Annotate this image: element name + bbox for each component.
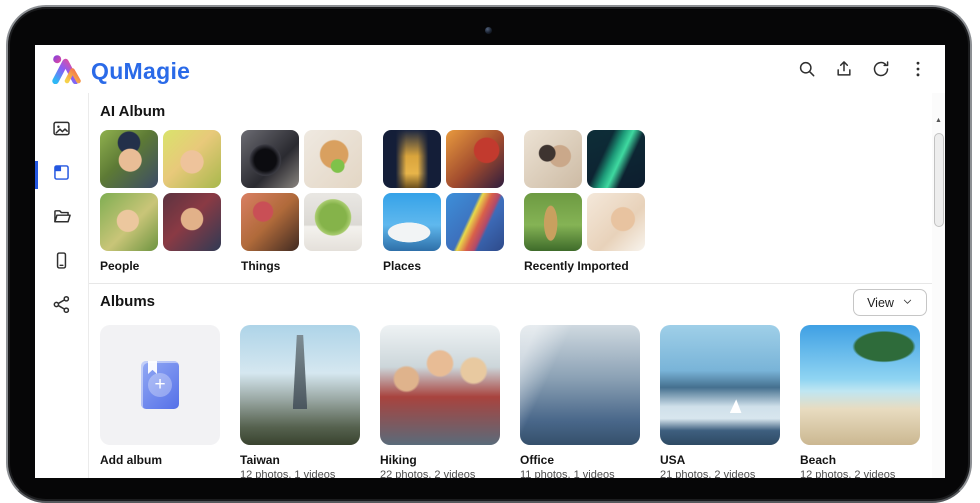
album-count: 22 photos, 2 videos xyxy=(380,469,500,478)
add-album-card[interactable]: + Add album xyxy=(100,325,220,467)
scrollbar-up-arrow-icon[interactable]: ▲ xyxy=(934,117,943,125)
photo-thumbnail xyxy=(163,130,221,188)
album-name: Office xyxy=(520,453,640,467)
album-card-usa[interactable]: USA 21 photos, 2 videos xyxy=(660,325,780,478)
album-count: 11 photos, 1 videos xyxy=(520,469,640,478)
ai-album-group-label: Things xyxy=(241,259,362,273)
chevron-down-icon xyxy=(902,296,913,310)
album-name: Add album xyxy=(100,453,220,467)
app-screen: QuMagie xyxy=(35,45,945,478)
sidebar-item-sharing[interactable] xyxy=(35,289,88,325)
plus-icon: + xyxy=(148,373,172,397)
album-count: 12 photos, 2 videos xyxy=(800,469,920,478)
photo-thumbnail xyxy=(241,193,299,251)
album-cover xyxy=(800,325,920,445)
photo-thumbnail xyxy=(446,130,504,188)
album-cover xyxy=(240,325,360,445)
ai-album-group-things[interactable]: Things xyxy=(241,130,362,273)
photo-thumbnail xyxy=(100,130,158,188)
scrollbar-thumb[interactable] xyxy=(934,133,944,227)
refresh-icon[interactable] xyxy=(870,58,892,80)
album-name: Hiking xyxy=(380,453,500,467)
photo-thumbnail xyxy=(587,130,645,188)
album-count: 21 photos, 2 videos xyxy=(660,469,780,478)
upload-icon[interactable] xyxy=(833,58,855,80)
photo-thumbnail xyxy=(304,130,362,188)
albums-section-title: Albums xyxy=(100,293,155,310)
photo-thumbnail xyxy=(100,193,158,251)
view-dropdown-button[interactable]: View xyxy=(853,289,927,316)
sidebar-item-albums[interactable] xyxy=(35,157,88,193)
app-logo[interactable]: QuMagie xyxy=(51,54,190,89)
album-name: USA xyxy=(660,453,780,467)
album-card-hiking[interactable]: Hiking 22 photos, 2 videos xyxy=(380,325,500,478)
front-camera-dot xyxy=(485,27,492,34)
qumagie-screenshot: QuMagie xyxy=(0,0,980,503)
photo-thumbnail xyxy=(524,193,582,251)
album-card-beach[interactable]: Beach 12 photos, 2 videos xyxy=(800,325,920,478)
photo-thumbnail xyxy=(304,193,362,251)
ai-album-group-people[interactable]: People xyxy=(100,130,221,273)
album-card-taiwan[interactable]: Taiwan 12 photos, 1 videos xyxy=(240,325,360,478)
sidebar-item-photos[interactable] xyxy=(35,113,88,149)
album-cover xyxy=(520,325,640,445)
ai-album-group-places[interactable]: Places xyxy=(383,130,504,273)
album-icon xyxy=(51,162,72,188)
photo-thumbnail xyxy=(587,193,645,251)
ai-album-group-recently-imported[interactable]: Recently Imported xyxy=(524,130,645,273)
more-options-icon[interactable] xyxy=(907,58,929,80)
album-cover xyxy=(380,325,500,445)
photo-thumbnail xyxy=(241,130,299,188)
scrollbar-track[interactable]: ▲ xyxy=(932,93,945,478)
ai-album-group-label: People xyxy=(100,259,221,273)
ai-album-group-label: Recently Imported xyxy=(524,259,645,273)
album-name: Beach xyxy=(800,453,920,467)
photo-thumbnail xyxy=(446,193,504,251)
sidebar-item-folders[interactable] xyxy=(35,201,88,237)
album-card-office[interactable]: Office 11 photos, 1 videos xyxy=(520,325,640,478)
photo-thumbnail xyxy=(383,193,441,251)
ai-album-section-title: AI Album xyxy=(100,103,165,120)
album-cover xyxy=(660,325,780,445)
app-header: QuMagie xyxy=(35,45,945,94)
sidebar-item-mobile-device[interactable] xyxy=(35,245,88,281)
tablet-frame: QuMagie xyxy=(6,5,972,503)
ai-album-group-label: Places xyxy=(383,259,504,273)
photo-thumbnail xyxy=(163,193,221,251)
album-name: Taiwan xyxy=(240,453,360,467)
add-album-book-icon: + xyxy=(141,361,179,409)
qumagie-logo-icon xyxy=(51,54,83,89)
share-icon xyxy=(51,294,72,320)
search-icon[interactable] xyxy=(796,58,818,80)
photo-icon xyxy=(51,118,72,144)
sidebar xyxy=(35,93,89,478)
photo-thumbnail xyxy=(524,130,582,188)
add-album-cover: + xyxy=(100,325,220,445)
photo-thumbnail xyxy=(383,130,441,188)
view-dropdown-label: View xyxy=(867,296,894,310)
header-actions xyxy=(796,58,929,80)
section-divider xyxy=(89,283,945,284)
main-content: AI Album People xyxy=(89,93,945,478)
album-count: 12 photos, 1 videos xyxy=(240,469,360,478)
folder-icon xyxy=(51,206,72,232)
phone-icon xyxy=(51,250,72,276)
app-title: QuMagie xyxy=(91,58,190,85)
